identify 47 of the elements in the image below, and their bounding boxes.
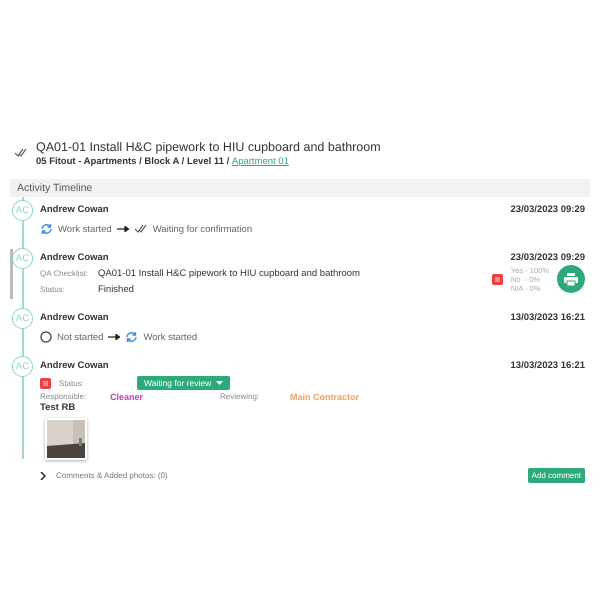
comments-toggle[interactable]: Comments & Added photos: (0) xyxy=(40,471,168,480)
scrollbar-thumb[interactable] xyxy=(10,249,13,299)
avatar: AC xyxy=(12,356,33,377)
task-title: QA01-01 Install H&C pipework to HIU cupboard and bathroom xyxy=(36,140,381,154)
print-button[interactable] xyxy=(557,265,585,293)
arrow-icon xyxy=(116,226,129,232)
field-label: Responsible: xyxy=(40,392,88,402)
flag-icon xyxy=(492,274,503,284)
field-label: Status: xyxy=(59,378,85,388)
apartment-link[interactable]: Apartment 01 xyxy=(232,156,289,167)
status-dropdown[interactable]: Waiting for review xyxy=(137,376,230,390)
double-check-icon xyxy=(14,148,28,158)
field-label: Status: xyxy=(40,285,66,294)
timestamp: 23/03/2023 09:29 xyxy=(510,204,585,215)
flag-icon xyxy=(40,378,51,388)
timestamp: 13/03/2023 16:21 xyxy=(510,360,585,371)
status-label: Not started xyxy=(57,332,104,342)
avatar: AC xyxy=(12,248,33,269)
reviewer-name: Main Contractor xyxy=(290,392,360,402)
avatar: AC xyxy=(12,308,33,329)
chevron-icon xyxy=(40,472,46,480)
author-name: Andrew Cowan xyxy=(40,360,109,371)
caret-icon xyxy=(216,381,224,385)
status-label: Work started xyxy=(143,332,198,342)
sync-icon xyxy=(40,223,53,235)
status-label: Work started xyxy=(58,224,112,234)
timestamp: 23/03/2023 09:29 xyxy=(510,252,585,263)
status-value: Finished xyxy=(98,284,134,295)
timestamp: 13/03/2023 16:21 xyxy=(510,312,585,323)
add-comment-button[interactable]: Add comment xyxy=(528,468,585,483)
field-label: Reviewing: xyxy=(220,392,260,402)
note-text: Test RB xyxy=(40,402,76,413)
breadcrumb: 05 Fitout - Apartments / Block A / Level 11 / Apartment 01 xyxy=(36,156,290,167)
responsible-name: Cleaner xyxy=(110,392,144,402)
sync-icon xyxy=(125,331,138,343)
circle-icon xyxy=(40,331,52,343)
arrow-icon xyxy=(108,334,120,340)
section-header: Activity Timeline xyxy=(10,179,590,197)
status-label: Waiting for confirmation xyxy=(152,224,252,234)
avatar: AC xyxy=(12,200,33,221)
author-name: Andrew Cowan xyxy=(40,204,109,215)
field-label: QA Checklist: xyxy=(40,269,90,278)
print-icon xyxy=(564,272,578,286)
double-check-icon xyxy=(134,224,148,234)
author-name: Andrew Cowan xyxy=(40,312,109,323)
checklist-name: QA01-01 Install H&C pipework to HIU cupboard and bathroom xyxy=(98,268,360,279)
author-name: Andrew Cowan xyxy=(40,252,109,263)
